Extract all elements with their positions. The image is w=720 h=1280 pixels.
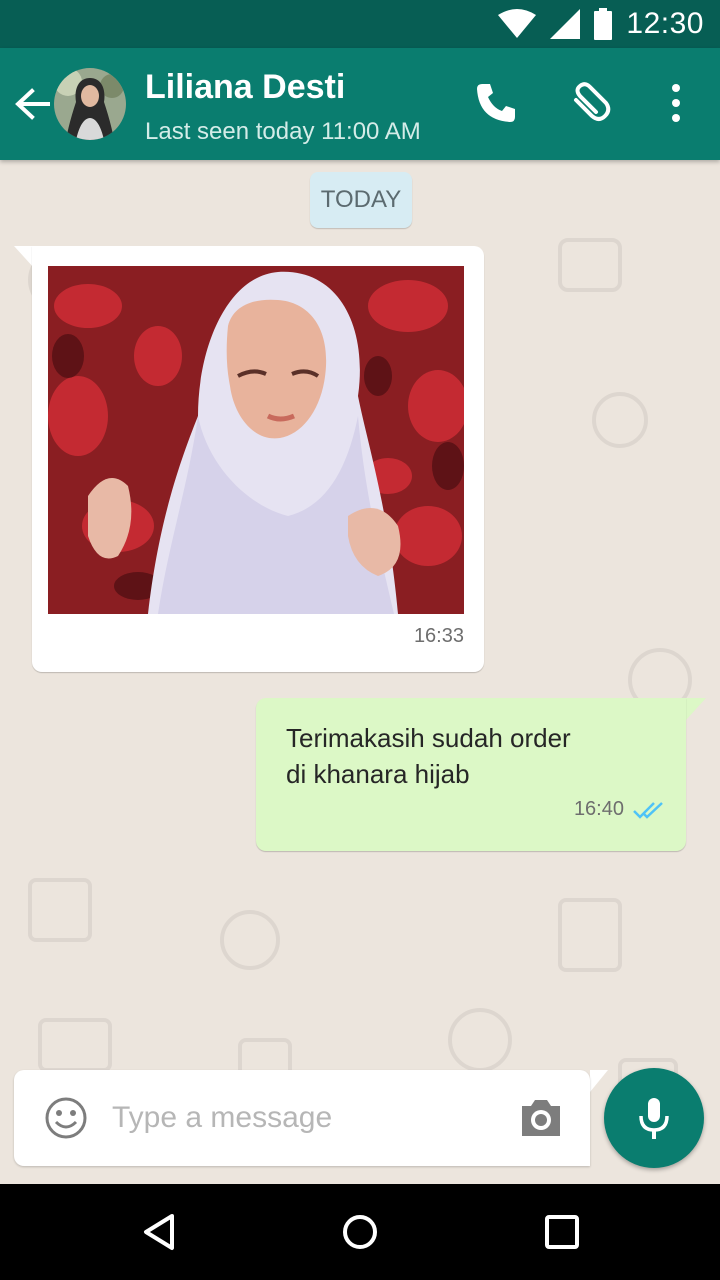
outgoing-text-message[interactable]: Terimakasih sudah order di khanara hijab… <box>256 698 686 851</box>
signal-icon <box>550 9 581 39</box>
chat-area[interactable]: TODAY 16:33 Terimakasih sudah order di k… <box>0 160 720 1184</box>
input-box-tail <box>590 1070 608 1092</box>
phone-icon[interactable] <box>473 80 519 126</box>
message-input[interactable] <box>112 1090 492 1146</box>
status-bar: 12:30 <box>0 0 720 48</box>
contact-name[interactable]: Liliana Desti <box>145 68 345 107</box>
wifi-icon <box>498 9 537 38</box>
contact-avatar[interactable] <box>54 68 126 140</box>
outgoing-bubble-tail <box>686 698 706 720</box>
back-arrow-icon[interactable] <box>12 84 52 124</box>
incoming-bubble-tail <box>14 246 34 268</box>
message-input-box[interactable] <box>14 1070 590 1166</box>
message-text: Terimakasih sudah order di khanara hijab <box>286 720 666 792</box>
date-chip: TODAY <box>310 172 412 228</box>
incoming-timestamp: 16:33 <box>413 625 464 647</box>
outgoing-timestamp: 16:40 <box>573 798 624 820</box>
mic-icon <box>639 1098 669 1139</box>
camera-icon[interactable] <box>518 1096 564 1140</box>
battery-icon <box>594 8 613 40</box>
status-time: 12:30 <box>626 7 704 40</box>
status-bar-right: 12:30 <box>498 6 704 42</box>
incoming-image-message[interactable]: 16:33 <box>32 246 484 672</box>
chat-header: Liliana Desti Last seen today 11:00 AM <box>0 48 720 160</box>
nav-back-icon[interactable] <box>136 1208 184 1256</box>
more-vert-icon[interactable] <box>656 80 696 126</box>
outgoing-meta: 16:40 <box>574 798 666 821</box>
voice-record-button[interactable] <box>604 1068 704 1168</box>
paperclip-icon[interactable] <box>566 80 612 126</box>
message-line: di khanara hijab <box>286 759 470 789</box>
shared-photo[interactable] <box>48 266 464 614</box>
nav-home-icon[interactable] <box>336 1208 384 1256</box>
emoji-icon[interactable] <box>44 1096 88 1140</box>
nav-recents-icon[interactable] <box>538 1208 586 1256</box>
last-seen-status: Last seen today 11:00 AM <box>145 118 421 145</box>
message-line: Terimakasih sudah order <box>286 723 571 753</box>
system-nav-bar <box>0 1184 720 1280</box>
double-check-read-icon <box>633 801 663 819</box>
